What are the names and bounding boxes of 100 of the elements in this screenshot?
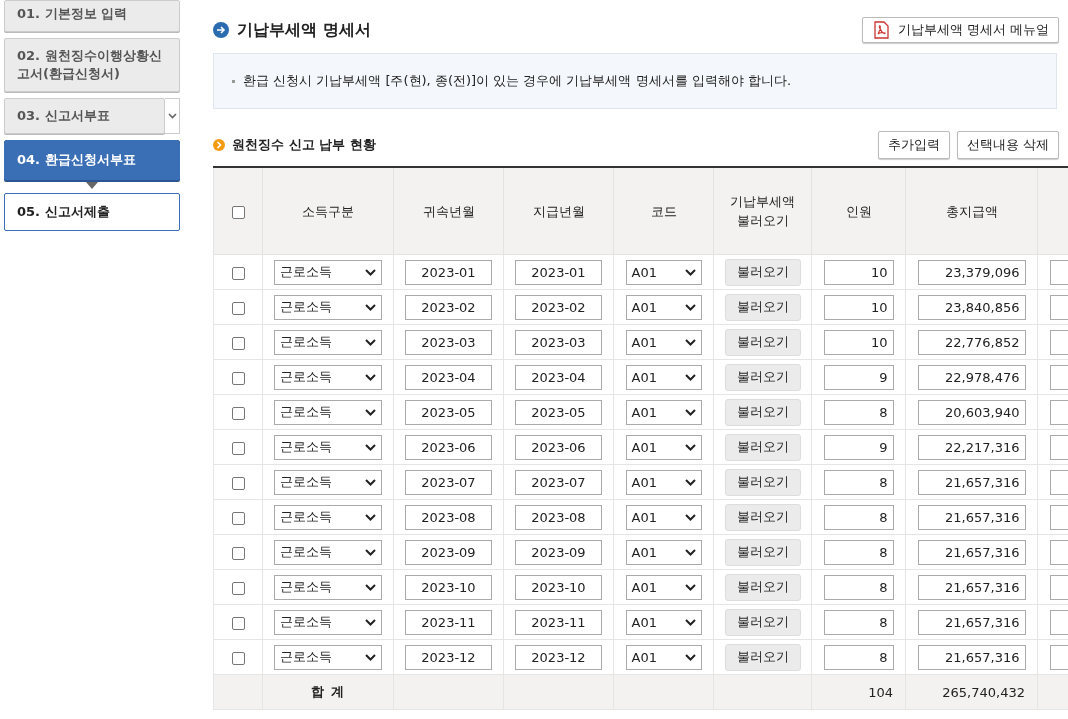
row-checkbox[interactable] xyxy=(231,651,245,665)
code-select[interactable]: A01 xyxy=(625,259,702,285)
input-field[interactable]: 21,657,316 xyxy=(917,574,1026,600)
code-select[interactable]: A01 xyxy=(625,364,702,390)
input-field[interactable]: 2023-12 xyxy=(515,644,602,670)
input-field[interactable]: 22,217,316 xyxy=(917,434,1026,460)
load-button[interactable]: 불러오기 xyxy=(724,293,801,321)
input-field[interactable]: 2023-04 xyxy=(405,364,492,390)
code-select[interactable]: A01 xyxy=(625,434,702,460)
input-field[interactable]: 20,603,940 xyxy=(917,399,1026,425)
input-field[interactable]: 2023-10 xyxy=(405,574,492,600)
code-select[interactable]: A01 xyxy=(625,294,702,320)
input-field[interactable]: 8 xyxy=(823,539,894,565)
input-field[interactable]: 10 xyxy=(823,259,894,285)
input-field[interactable]: 2023-02 xyxy=(405,294,492,320)
row-checkbox[interactable] xyxy=(231,441,245,455)
load-button[interactable]: 불러오기 xyxy=(724,538,801,566)
row-checkbox[interactable] xyxy=(231,476,245,490)
input-field[interactable]: 9 xyxy=(823,434,894,460)
input-field[interactable]: 8 xyxy=(823,399,894,425)
income-type-select[interactable]: 근로소득 xyxy=(274,294,382,320)
load-button[interactable]: 불러오기 xyxy=(724,363,801,391)
input-field[interactable]: 8 xyxy=(823,609,894,635)
code-select[interactable]: A01 xyxy=(625,504,702,530)
input-field[interactable]: 2023-10 xyxy=(515,574,602,600)
income-type-select[interactable]: 근로소득 xyxy=(274,504,382,530)
input-field[interactable]: 8 xyxy=(823,504,894,530)
input-field[interactable]: 10 xyxy=(823,329,894,355)
income-type-select[interactable]: 근로소득 xyxy=(274,644,382,670)
input-field[interactable]: 2023-08 xyxy=(405,504,492,530)
row-checkbox[interactable] xyxy=(231,546,245,560)
step-tab[interactable]: 05. 신고서제출 xyxy=(4,193,180,231)
input-field[interactable]: 21,657,316 xyxy=(917,469,1026,495)
load-button[interactable]: 불러오기 xyxy=(724,468,801,496)
income-type-select[interactable]: 근로소득 xyxy=(274,259,382,285)
input-field[interactable]: 8 xyxy=(823,469,894,495)
input-field[interactable]: 2023-06 xyxy=(405,434,492,460)
input-field[interactable]: 2023-01 xyxy=(405,259,492,285)
input-field[interactable]: 2023-01 xyxy=(515,259,602,285)
row-checkbox[interactable] xyxy=(231,336,245,350)
input-field[interactable]: 21,657,316 xyxy=(917,609,1026,635)
row-checkbox[interactable] xyxy=(231,511,245,525)
select-all-checkbox[interactable] xyxy=(231,205,245,219)
input-field[interactable]: 2023-03 xyxy=(515,329,602,355)
step-tab[interactable]: 03. 신고서부표 xyxy=(4,98,165,134)
code-select[interactable]: A01 xyxy=(625,329,702,355)
input-field[interactable]: 2023-07 xyxy=(405,469,492,495)
input-field[interactable]: 23,379,096 xyxy=(917,259,1026,285)
input-field[interactable]: 22,978,476 xyxy=(917,364,1026,390)
action-button[interactable]: 선택내용 삭제 xyxy=(956,131,1059,159)
income-type-select[interactable]: 근로소득 xyxy=(274,434,382,460)
load-button[interactable]: 불러오기 xyxy=(724,398,801,426)
manual-button[interactable]: 기납부세액 명세서 메뉴얼 xyxy=(861,17,1059,43)
input-field[interactable]: 8 xyxy=(823,644,894,670)
input-field[interactable]: 2023-03 xyxy=(405,329,492,355)
expand-toggle[interactable] xyxy=(165,98,180,134)
input-field[interactable]: 2023-07 xyxy=(515,469,602,495)
input-field[interactable]: 2023-11 xyxy=(405,609,492,635)
code-select[interactable]: A01 xyxy=(625,469,702,495)
action-button[interactable]: 추가입력 xyxy=(877,131,950,159)
input-field[interactable]: 2023-04 xyxy=(515,364,602,390)
step-tab[interactable]: 01. 기본정보 입력 xyxy=(4,0,180,32)
income-type-select[interactable]: 근로소득 xyxy=(274,574,382,600)
income-type-select[interactable]: 근로소득 xyxy=(274,329,382,355)
load-button[interactable]: 불러오기 xyxy=(724,258,801,286)
income-type-select[interactable]: 근로소득 xyxy=(274,609,382,635)
input-field[interactable]: 9 xyxy=(823,364,894,390)
load-button[interactable]: 불러오기 xyxy=(724,573,801,601)
income-type-select[interactable]: 근로소득 xyxy=(274,469,382,495)
step-tab[interactable]: 04. 환급신청서부표 xyxy=(4,140,180,180)
income-type-select[interactable]: 근로소득 xyxy=(274,399,382,425)
input-field[interactable]: 2023-08 xyxy=(515,504,602,530)
row-checkbox[interactable] xyxy=(231,581,245,595)
row-checkbox[interactable] xyxy=(231,301,245,315)
load-button[interactable]: 불러오기 xyxy=(724,503,801,531)
input-field[interactable]: 21,657,316 xyxy=(917,504,1026,530)
input-field[interactable]: 21,657,316 xyxy=(917,644,1026,670)
input-field[interactable]: 23,840,856 xyxy=(917,294,1026,320)
step-tab[interactable]: 02. 원천징수이행상황신고서(환급신청서) xyxy=(4,38,180,92)
input-field[interactable]: 2023-11 xyxy=(515,609,602,635)
row-checkbox[interactable] xyxy=(231,406,245,420)
load-button[interactable]: 불러오기 xyxy=(724,643,801,671)
input-field[interactable]: 2023-09 xyxy=(405,539,492,565)
input-field[interactable]: 2023-12 xyxy=(405,644,492,670)
code-select[interactable]: A01 xyxy=(625,574,702,600)
input-field[interactable]: 10 xyxy=(823,294,894,320)
input-field[interactable]: 2023-05 xyxy=(515,399,602,425)
load-button[interactable]: 불러오기 xyxy=(724,433,801,461)
input-field[interactable]: 2023-09 xyxy=(515,539,602,565)
input-field[interactable]: 22,776,852 xyxy=(917,329,1026,355)
row-checkbox[interactable] xyxy=(231,616,245,630)
code-select[interactable]: A01 xyxy=(625,644,702,670)
code-select[interactable]: A01 xyxy=(625,539,702,565)
row-checkbox[interactable] xyxy=(231,371,245,385)
input-field[interactable]: 2023-02 xyxy=(515,294,602,320)
income-type-select[interactable]: 근로소득 xyxy=(274,364,382,390)
load-button[interactable]: 불러오기 xyxy=(724,608,801,636)
input-field[interactable]: 2023-06 xyxy=(515,434,602,460)
row-checkbox[interactable] xyxy=(231,266,245,280)
code-select[interactable]: A01 xyxy=(625,609,702,635)
